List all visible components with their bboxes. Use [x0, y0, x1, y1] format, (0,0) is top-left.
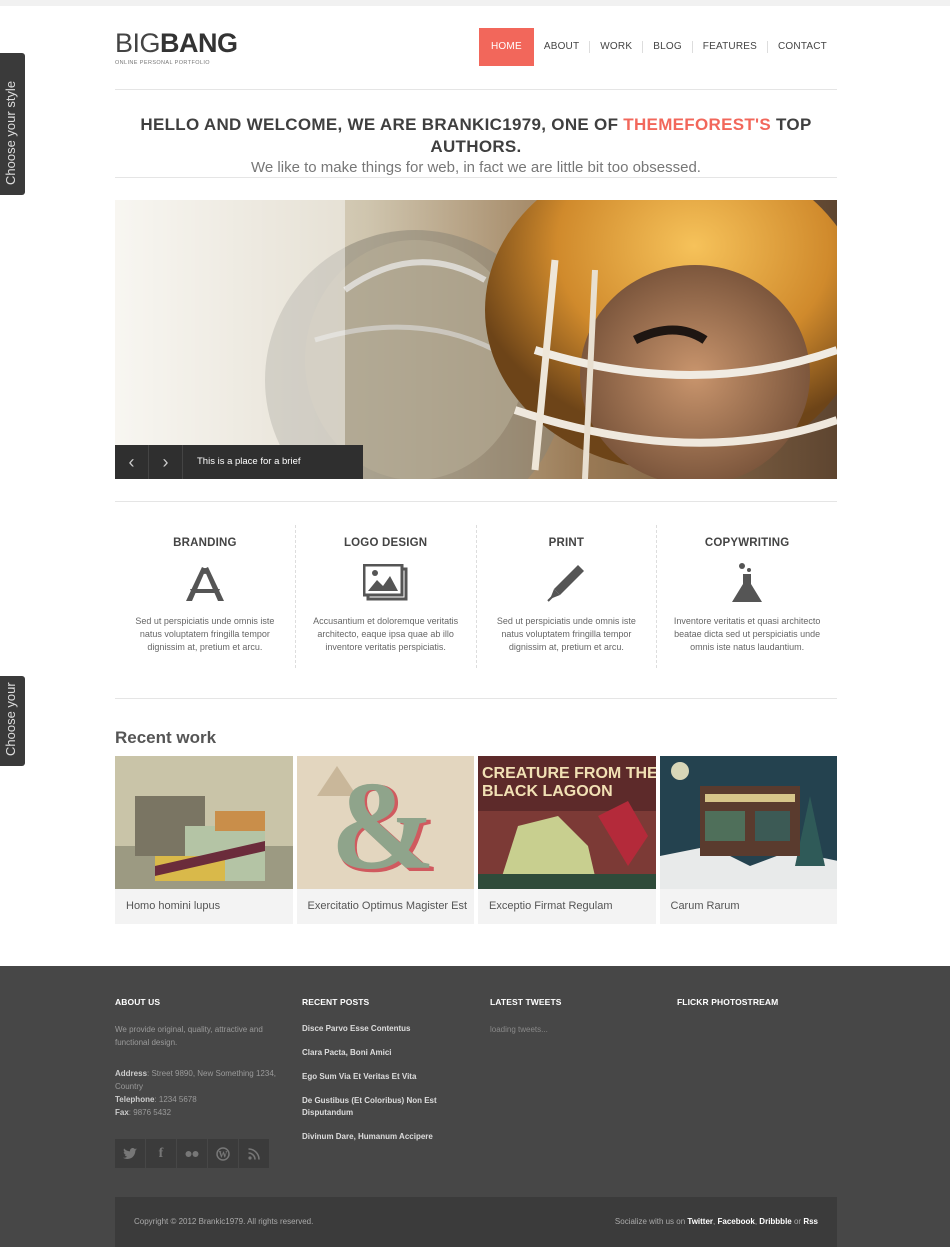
work-item[interactable]: Homo homini lupus [115, 756, 293, 924]
accent-link[interactable]: THEMEFOREST'S [623, 115, 771, 134]
work-thumbnail[interactable] [115, 756, 293, 889]
style-switcher-tab[interactable]: Choose your style [0, 53, 25, 195]
service-title: BRANDING [173, 537, 237, 549]
welcome-subline: We like to make things for web, in fact … [251, 159, 701, 176]
divider [115, 177, 837, 178]
footer-post-link[interactable]: Ego Sum Via Et Veritas Et Vita [302, 1071, 467, 1083]
style-switcher-label: Choose your style [3, 80, 18, 185]
image-frame-icon [310, 561, 462, 605]
service-title: PRINT [548, 537, 585, 549]
social-link-dribbble[interactable]: Dribbble [759, 1217, 791, 1226]
work-title[interactable]: Homo homini lupus [115, 889, 293, 924]
rss-icon[interactable] [239, 1139, 270, 1168]
work-thumbnail[interactable]: & & [296, 756, 474, 889]
footer-tweets: LATEST TWEETS loading tweets... [490, 997, 655, 1036]
service-copywriting: COPYWRITING Inventore veritatis et quasi… [657, 525, 837, 668]
service-print: PRINT Sed ut perspiciatis unde omnis ist… [477, 525, 658, 668]
nav-home[interactable]: HOME [479, 28, 534, 66]
poster-text: CREATURE FROM THE [482, 765, 656, 782]
social-link-facebook[interactable]: Facebook [718, 1217, 755, 1226]
service-title: COPYWRITING [704, 537, 790, 549]
chevron-right-icon[interactable]: › [149, 445, 183, 479]
tweets-status: loading tweets... [490, 1025, 548, 1034]
social-link-rss[interactable]: Rss [803, 1217, 818, 1226]
pen-icon [491, 561, 643, 605]
footer-telephone: Telephone: 1234 5678 [115, 1095, 197, 1104]
welcome-block: HELLO AND WELCOME, WE ARE BRANKIC1979, O… [115, 114, 837, 176]
style-switcher-label-2: Choose your [3, 682, 18, 756]
footer-flickr: FLICKR PHOTOSTREAM [677, 997, 842, 1007]
flask-icon [671, 561, 823, 605]
footer-tweets-title: LATEST TWEETS [490, 997, 562, 1007]
service-text: Sed ut perspiciatis unde omnis iste natu… [135, 616, 275, 652]
footer-about-title: ABOUT US [115, 997, 161, 1007]
wordpress-icon[interactable]: W [208, 1139, 239, 1168]
footer: ABOUT US We provide original, quality, a… [0, 966, 950, 1247]
logo-tagline: ONLINE PERSONAL PORTFOLIO [115, 60, 210, 66]
svg-text:&: & [330, 757, 435, 889]
main-nav: HOME ABOUT WORK BLOG FEATURES CONTACT [479, 28, 837, 66]
nav-about[interactable]: ABOUT [534, 28, 589, 66]
copyright: Copyright © 2012 Brankic1979. All rights… [134, 1217, 314, 1226]
footer-bottom-bar: Copyright © 2012 Brankic1979. All rights… [115, 1197, 837, 1247]
work-thumbnail[interactable] [659, 756, 837, 889]
socialize-links: Socialize with us on Twitter, Facebook, … [614, 1217, 818, 1226]
service-text: Accusantium et doloremque veritatis arch… [313, 616, 459, 652]
nav-blog[interactable]: BLOG [643, 28, 692, 66]
divider [115, 89, 837, 90]
footer-post-link[interactable]: Clara Pacta, Boni Amici [302, 1047, 467, 1059]
footer-recent-posts: RECENT POSTS Disce Parvo Esse Contentus … [302, 997, 467, 1155]
style-switcher-tab-2[interactable]: Choose your [0, 676, 25, 766]
work-item[interactable]: & & Exercitatio Optimus Magister Est [296, 756, 475, 924]
work-title[interactable]: Carum Rarum [660, 889, 838, 924]
nav-work[interactable]: WORK [590, 28, 642, 66]
footer-post-link[interactable]: Divinum Dare, Humanum Accipere [302, 1131, 467, 1143]
logo-thin-text: BIG [115, 28, 161, 58]
hero-image [115, 200, 837, 479]
footer-about-text: We provide original, quality, attractive… [115, 1025, 263, 1047]
service-branding: BRANDING Sed ut perspiciatis unde omnis … [115, 525, 296, 668]
work-thumbnail[interactable]: CREATURE FROM THE BLACK LAGOON [478, 756, 656, 889]
footer-fax: Fax: 9876 5432 [115, 1108, 172, 1117]
service-logo-design: LOGO DESIGN Accusantium et doloremque ve… [296, 525, 477, 668]
footer-address: Address: Street 9890, New Something 1234… [115, 1069, 276, 1091]
work-item[interactable]: CREATURE FROM THE BLACK LAGOON Exceptio F… [478, 756, 656, 924]
site-logo[interactable]: BIGBANG ONLINE PERSONAL PORTFOLIO [115, 28, 238, 70]
svg-text:W: W [219, 1149, 228, 1159]
footer-posts-title: RECENT POSTS [302, 997, 370, 1007]
branding-tools-icon [129, 561, 281, 605]
chevron-left-icon[interactable]: ‹ [115, 445, 149, 479]
footer-post-link[interactable]: Disce Parvo Esse Contentus [302, 1023, 467, 1035]
footer-social-icons: f W [115, 1139, 270, 1168]
recent-work-grid: Homo homini lupus & & Exercitatio Optimus… [115, 756, 837, 924]
work-title[interactable]: Exercitatio Optimus Magister Est [297, 889, 475, 924]
hero-slider[interactable]: ‹ › This is a place for a brief descript… [115, 200, 837, 479]
twitter-icon[interactable] [115, 1139, 146, 1168]
welcome-headline: HELLO AND WELCOME, WE ARE BRANKIC1979, O… [140, 115, 812, 156]
divider [115, 501, 837, 502]
flickr-icon[interactable] [177, 1139, 208, 1168]
service-title: LOGO DESIGN [343, 537, 428, 549]
footer-flickr-title: FLICKR PHOTOSTREAM [677, 997, 779, 1007]
work-title[interactable]: Exceptio Firmat Regulam [478, 889, 656, 924]
slider-controls: ‹ › This is a place for a brief descript… [115, 445, 363, 479]
footer-about: ABOUT US We provide original, quality, a… [115, 997, 280, 1119]
svg-text:BLACK LAGOON: BLACK LAGOON [482, 783, 613, 800]
nav-contact[interactable]: CONTACT [768, 28, 837, 66]
social-link-twitter[interactable]: Twitter [687, 1217, 713, 1226]
service-text: Inventore veritatis et quasi architecto … [673, 616, 821, 652]
service-text: Sed ut perspiciatis unde omnis iste natu… [496, 616, 636, 652]
top-strip [0, 0, 950, 6]
slider-caption: This is a place for a brief description. [183, 445, 363, 479]
recent-work-title: Recent work [115, 728, 217, 747]
divider [115, 698, 837, 699]
facebook-icon[interactable]: f [146, 1139, 177, 1168]
logo-bold-text: BANG [160, 28, 238, 58]
nav-features[interactable]: FEATURES [693, 28, 767, 66]
services-row: BRANDING Sed ut perspiciatis unde omnis … [115, 525, 837, 668]
work-item[interactable]: Carum Rarum [659, 756, 838, 924]
footer-post-link[interactable]: De Gustibus (Et Coloribus) Non Est Dispu… [302, 1095, 467, 1119]
